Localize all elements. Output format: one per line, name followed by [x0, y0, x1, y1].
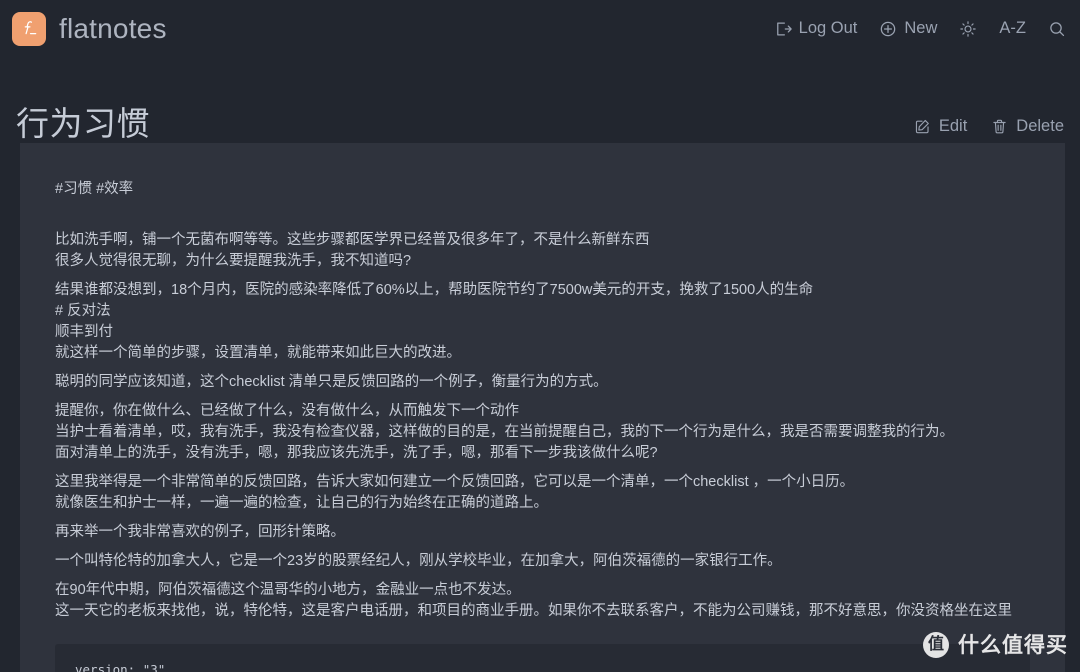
edit-pencil-icon [914, 118, 931, 135]
note-line: 比如洗手啊，铺一个无菌布啊等等。这些步骤都医学界已经普及很多年了，不是什么新鲜东… [55, 232, 650, 248]
note-line: # 反对法 [55, 303, 111, 319]
plus-circle-icon [879, 20, 897, 38]
note-paragraph: 比如洗手啊，铺一个无菌布啊等等。这些步骤都医学界已经普及很多年了，不是什么新鲜东… [55, 230, 1030, 272]
note-line: 再来举一个我非常喜欢的例子，回形针策略。 [55, 524, 345, 540]
page-title: 行为习惯 [16, 105, 150, 143]
flatnotes-logo-icon [12, 11, 46, 46]
note-line: 这里我举得是一个非常简单的反馈回路，告诉大家如何建立一个反馈回路，它可以是一个清… [55, 474, 855, 490]
new-note-label: New [904, 19, 938, 38]
note-tags: #习惯 #效率 [55, 179, 1030, 200]
logout-button[interactable]: Log Out [774, 19, 858, 38]
logout-label: Log Out [798, 19, 858, 38]
note-paragraph: 结果谁都没想到，18个月内，医院的感染率降低了60%以上，帮助医院节约了7500… [55, 280, 1030, 364]
note-line: 在90年代中期，阿伯茨福德这个温哥华的小地方，金融业一点也不发达。 [55, 582, 521, 598]
note-line: 结果谁都没想到，18个月内，医院的感染率降低了60%以上，帮助医院节约了7500… [55, 282, 814, 298]
note-paragraph: 再来举一个我非常喜欢的例子，回形针策略。 [55, 522, 1030, 543]
sun-icon [959, 20, 977, 38]
note-line: 这一天它的老板来找他，说，特伦特，这是客户电话册，和项目的商业手册。如果你不去联… [55, 603, 1012, 619]
note-line: 就这样一个简单的步骤，设置清单，就能带来如此巨大的改进。 [55, 345, 461, 361]
sort-az-label: A-Z [999, 19, 1026, 38]
note-tags-text: #习惯 #效率 [55, 181, 134, 197]
app-brand-link[interactable]: flatnotes [12, 11, 167, 46]
note-line: 一个叫特伦特的加拿大人，它是一个23岁的股票经纪人，刚从学校毕业，在加拿大，阿伯… [55, 553, 782, 569]
note-body: #习惯 #效率 比如洗手啊，铺一个无菌布啊等等。这些步骤都医学界已经普及很多年了… [55, 179, 1030, 672]
theme-toggle-button[interactable] [959, 20, 977, 38]
note-content-card: #习惯 #效率 比如洗手啊，铺一个无菌布啊等等。这些步骤都医学界已经普及很多年了… [20, 143, 1065, 672]
sort-az-button[interactable]: A-Z [999, 20, 1026, 37]
note-line: 很多人觉得很无聊，为什么要提醒我洗手，我不知道吗? [55, 253, 412, 269]
note-line: 当护士看着清单，哎，我有洗手，我没有检查仪器，这样做的目的是，在当前提醒自己，我… [55, 424, 954, 440]
note-line: 就像医生和护士一样，一遍一遍的检查，让自己的行为始终在正确的道路上。 [55, 495, 548, 511]
logout-icon [774, 20, 792, 38]
note-line: 顺丰到付 [55, 324, 113, 340]
top-nav-actions: Log Out New A-Z [774, 20, 1066, 38]
code-block: version: "3" [55, 644, 1030, 672]
search-button[interactable] [1048, 20, 1066, 38]
note-line: 提醒你，你在做什么、已经做了什么，没有做什么，从而触发下一个动作 [55, 403, 519, 419]
note-actions: Edit Delete [914, 118, 1064, 143]
trash-icon [991, 118, 1008, 135]
note-paragraph: 一个叫特伦特的加拿大人，它是一个23岁的股票经纪人，刚从学校毕业，在加拿大，阿伯… [55, 551, 1030, 572]
delete-label: Delete [1016, 117, 1064, 136]
note-line: 面对清单上的洗手，没有洗手，嗯，那我应该先洗手，洗了手，嗯，那看下一步我该做什么… [55, 445, 658, 461]
top-navigation-bar: flatnotes Log Out New A-Z [0, 0, 1080, 57]
note-paragraph: 提醒你，你在做什么、已经做了什么，没有做什么，从而触发下一个动作 当护士看着清单… [55, 401, 1030, 464]
note-paragraph: 聪明的同学应该知道，这个checklist 清单只是反馈回路的一个例子，衡量行为… [55, 372, 1030, 393]
note-paragraph: 这里我举得是一个非常简单的反馈回路，告诉大家如何建立一个反馈回路，它可以是一个清… [55, 472, 1030, 514]
search-icon [1048, 20, 1066, 38]
app-name: flatnotes [59, 12, 167, 44]
edit-button[interactable]: Edit [914, 118, 967, 135]
delete-button[interactable]: Delete [991, 118, 1064, 135]
new-note-button[interactable]: New [879, 20, 937, 38]
note-line: 聪明的同学应该知道，这个checklist 清单只是反馈回路的一个例子，衡量行为… [55, 374, 608, 390]
edit-label: Edit [938, 117, 968, 136]
note-paragraph: 在90年代中期，阿伯茨福德这个温哥华的小地方，金融业一点也不发达。 这一天它的老… [55, 580, 1030, 622]
note-header: 行为习惯 Edit Delete [0, 57, 1080, 143]
